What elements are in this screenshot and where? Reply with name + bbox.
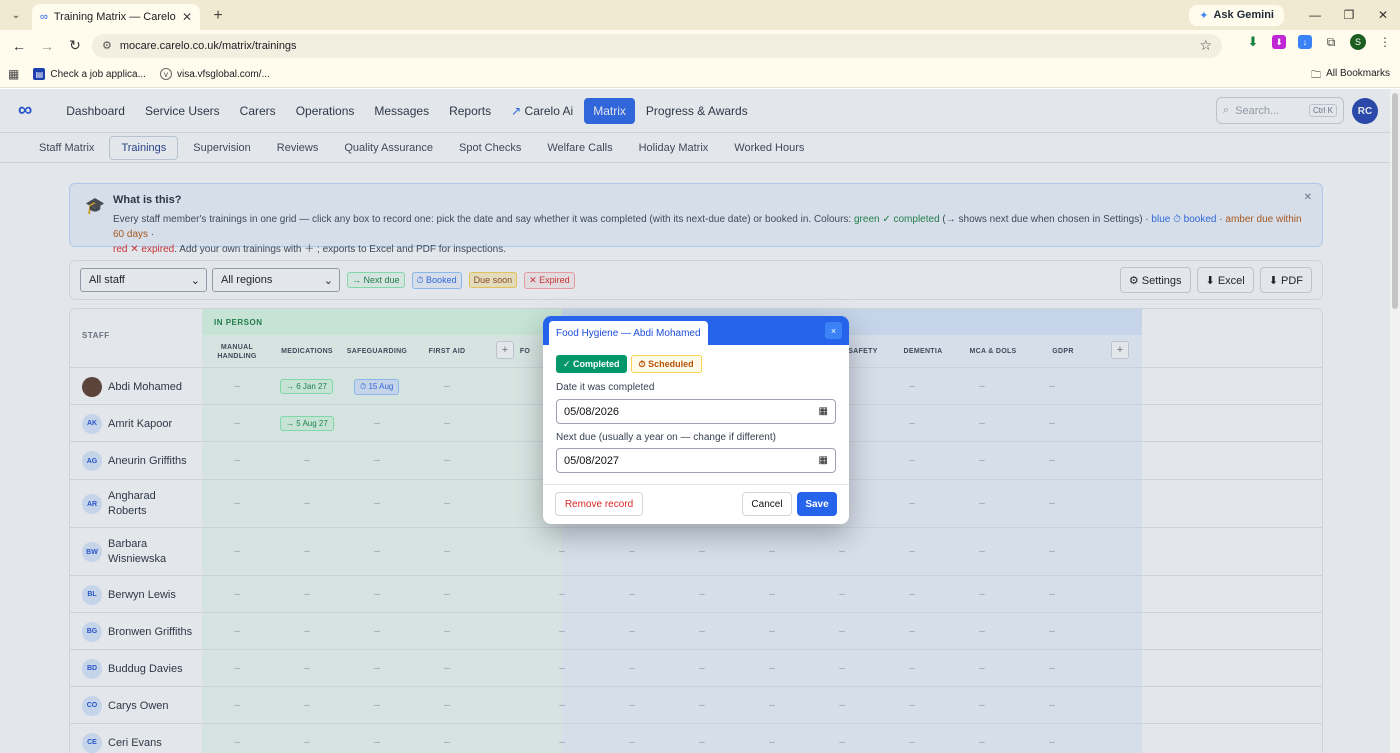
save-button[interactable]: Save [797,492,837,516]
close-tab-icon[interactable]: ✕ [182,10,192,24]
bookmark-label: Check a job applica... [50,68,146,80]
back-arrow-icon[interactable]: ← [8,38,30,54]
dialog-divider [543,484,849,485]
folder-icon: 🗀 [1311,70,1322,81]
download-icon[interactable]: ⬇ [1246,34,1260,49]
scheduled-toggle-button[interactable]: ⏱ Scheduled [630,355,702,373]
reload-icon[interactable]: ↻ [64,37,86,54]
browser-profile-avatar[interactable]: S [1350,34,1366,50]
new-tab-icon[interactable]: + [208,7,228,25]
bookmark-star-icon[interactable]: ☆ [1199,37,1212,54]
browser-menu-icon[interactable]: ⋮ [1378,35,1392,49]
restore-icon[interactable]: ❐ [1332,8,1366,22]
completed-date-value: 05/08/2026 [564,405,620,418]
all-bookmarks[interactable]: 🗀 All Bookmarks [1311,68,1390,85]
completed-date-input[interactable]: 05/08/2026 ▦ [556,399,836,424]
page-scrollbar[interactable] [1390,89,1400,753]
tab-search-icon[interactable]: ⌄ [6,5,26,25]
close-window-icon[interactable]: ✕ [1366,8,1400,22]
minimize-icon[interactable]: — [1298,8,1332,22]
dialog-close-button[interactable]: × [825,322,842,339]
gemini-sparkle-icon: ✦ [1199,9,1209,22]
bookmark-favicon-icon: ▤ [33,68,46,80]
all-bookmarks-label: All Bookmarks [1326,68,1390,79]
forward-arrow-icon[interactable]: → [36,38,58,54]
completed-date-label: Date it was completed [556,382,655,393]
scrollbar-thumb[interactable] [1392,93,1398,309]
dialog-title: Food Hygiene — Abdi Mohamed [549,321,708,345]
site-info-icon[interactable]: ⚙ [102,39,112,52]
bookmark-favicon-icon: v [159,68,172,80]
url-text[interactable]: mocare.carelo.co.uk/matrix/trainings [120,40,1192,52]
extension-blue-icon[interactable]: ↓ [1298,35,1312,49]
record-status-toggle: ✓ Completed ⏱ Scheduled [556,355,702,373]
next-due-label: Next due (usually a year on — change if … [556,432,776,443]
bookmark-job-application[interactable]: ▤ Check a job applica... [33,68,146,80]
address-bar[interactable]: ⚙ mocare.carelo.co.uk/matrix/trainings ☆ [92,33,1222,58]
browser-tab-title: Training Matrix — Carelo [53,11,176,23]
calendar-icon[interactable]: ▦ [819,406,828,417]
next-due-date-value: 05/08/2027 [564,454,620,467]
bookmark-label: visa.vfsglobal.com/... [176,68,270,80]
browser-toolbar: ← → ↻ ⚙ mocare.carelo.co.uk/matrix/train… [0,30,1400,61]
browser-tab-strip: ⌄ ∞ Training Matrix — Carelo ✕ + ✦ Ask G… [0,0,1400,30]
carelo-favicon-icon: ∞ [40,11,48,23]
completed-toggle-button[interactable]: ✓ Completed [556,355,627,373]
extensions-puzzle-icon[interactable]: ⧉ [1324,35,1338,49]
apps-grid-icon[interactable]: ▦ [8,67,19,81]
cancel-button[interactable]: Cancel [742,492,792,516]
next-due-date-input[interactable]: 05/08/2027 ▦ [556,448,836,473]
ask-gemini-button[interactable]: ✦ Ask Gemini [1189,4,1284,26]
dialog-header: Food Hygiene — Abdi Mohamed × [543,316,849,345]
training-record-dialog: Food Hygiene — Abdi Mohamed × ✓ Complete… [543,316,849,524]
bookmark-vfsglobal[interactable]: v visa.vfsglobal.com/... [159,68,270,80]
calendar-icon[interactable]: ▦ [819,455,828,466]
extension-purple-icon[interactable]: ⬇ [1272,35,1286,49]
remove-record-button[interactable]: Remove record [555,492,643,516]
browser-tab[interactable]: ∞ Training Matrix — Carelo ✕ [32,4,200,30]
bookmarks-bar: ▦ ▤ Check a job applica... v visa.vfsglo… [0,61,1400,88]
ask-gemini-label: Ask Gemini [1213,9,1274,21]
